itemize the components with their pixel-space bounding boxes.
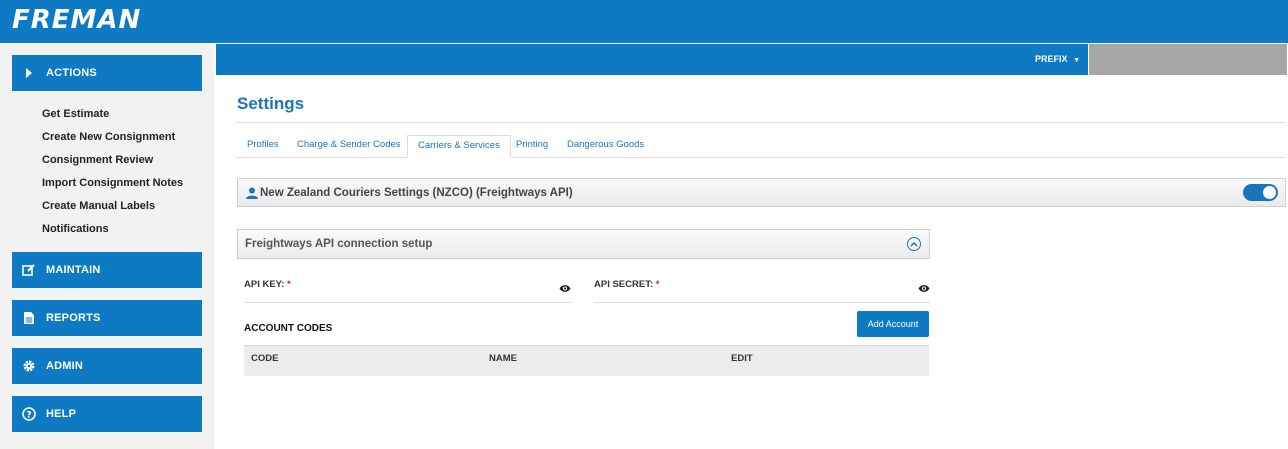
tab-profiles[interactable]: Profiles [237, 135, 289, 158]
submenu-create-manual-labels[interactable]: Create Manual Labels [42, 198, 183, 221]
nav-actions-button[interactable]: ACTIONS [12, 55, 202, 91]
nav-admin-label: ADMIN [46, 360, 84, 372]
column-header-name: NAME [489, 353, 517, 364]
nav-help-label: HELP [46, 408, 77, 420]
carrier-settings-header: New Zealand Couriers Settings (NZCO) (Fr… [237, 178, 1286, 207]
column-header-code: CODE [251, 353, 279, 364]
document-icon [12, 311, 46, 325]
prefix-label: PREFIX [1035, 54, 1068, 64]
submenu-notifications[interactable]: Notifications [42, 221, 183, 244]
submenu-import-consignment-notes[interactable]: Import Consignment Notes [42, 175, 183, 198]
tab-charge-sender-codes[interactable]: Charge & Sender Codes [287, 135, 411, 158]
nav-actions-label: ACTIONS [46, 67, 97, 79]
freman-logo[interactable]: FREMAN [12, 5, 141, 35]
tab-carriers-services[interactable]: Carriers & Services [407, 135, 511, 158]
column-header-edit: EDIT [731, 353, 753, 364]
svg-text:?: ? [26, 411, 31, 421]
nav-reports-label: REPORTS [46, 312, 101, 324]
nav-maintain-button[interactable]: MAINTAIN [12, 252, 202, 288]
account-codes-table-header: CODE NAME EDIT [244, 345, 929, 376]
api-key-label: API KEY: * [244, 279, 291, 290]
content-header-bar: PREFIX ▼ [216, 44, 1088, 75]
gear-icon [12, 359, 46, 373]
submenu-consignment-review[interactable]: Consignment Review [42, 152, 183, 175]
add-account-button[interactable]: Add Account [857, 311, 929, 337]
submenu-create-new-consignment[interactable]: Create New Consignment [42, 129, 183, 152]
api-secret-field[interactable]: API SECRET: * [594, 276, 930, 303]
caret-right-icon [12, 68, 46, 78]
nav-maintain-label: MAINTAIN [46, 264, 101, 276]
submenu-get-estimate[interactable]: Get Estimate [42, 106, 183, 129]
prefix-dropdown[interactable]: PREFIX ▼ [1035, 54, 1080, 64]
page-title: Settings [237, 94, 305, 113]
sidebar [0, 43, 214, 449]
nav-reports-button[interactable]: REPORTS [12, 300, 202, 336]
api-connection-panel-header[interactable]: Freightways API connection setup [237, 229, 930, 259]
question-circle-icon: ? [12, 407, 46, 421]
chevron-up-icon[interactable] [907, 237, 921, 251]
required-marker: * [655, 279, 660, 290]
top-bar: FREMAN [0, 0, 1288, 43]
user-area [1089, 44, 1287, 75]
edit-icon [12, 263, 46, 277]
user-icon [246, 186, 258, 204]
caret-down-icon: ▼ [1073, 57, 1080, 64]
actions-submenu: Get Estimate Create New Consignment Cons… [42, 106, 183, 244]
tab-printing[interactable]: Printing [506, 135, 558, 158]
carrier-enabled-toggle[interactable] [1243, 184, 1278, 201]
api-key-field[interactable]: API KEY: * [244, 276, 571, 303]
toggle-knob [1263, 186, 1276, 199]
nav-help-button[interactable]: ? HELP [12, 396, 202, 432]
eye-icon[interactable] [559, 280, 571, 298]
tab-dangerous-goods[interactable]: Dangerous Goods [557, 135, 654, 158]
nav-admin-button[interactable]: ADMIN [12, 348, 202, 384]
api-panel-title: Freightways API connection setup [245, 238, 433, 250]
carrier-title: New Zealand Couriers Settings (NZCO) (Fr… [260, 187, 573, 199]
api-secret-label: API SECRET: * [594, 279, 660, 290]
settings-tabs: Profiles Charge & Sender Codes Carriers … [237, 135, 1286, 158]
required-marker: * [287, 279, 291, 290]
account-codes-title: ACCOUNT CODES [244, 323, 333, 334]
divider [237, 122, 1286, 123]
eye-icon[interactable] [918, 280, 930, 298]
